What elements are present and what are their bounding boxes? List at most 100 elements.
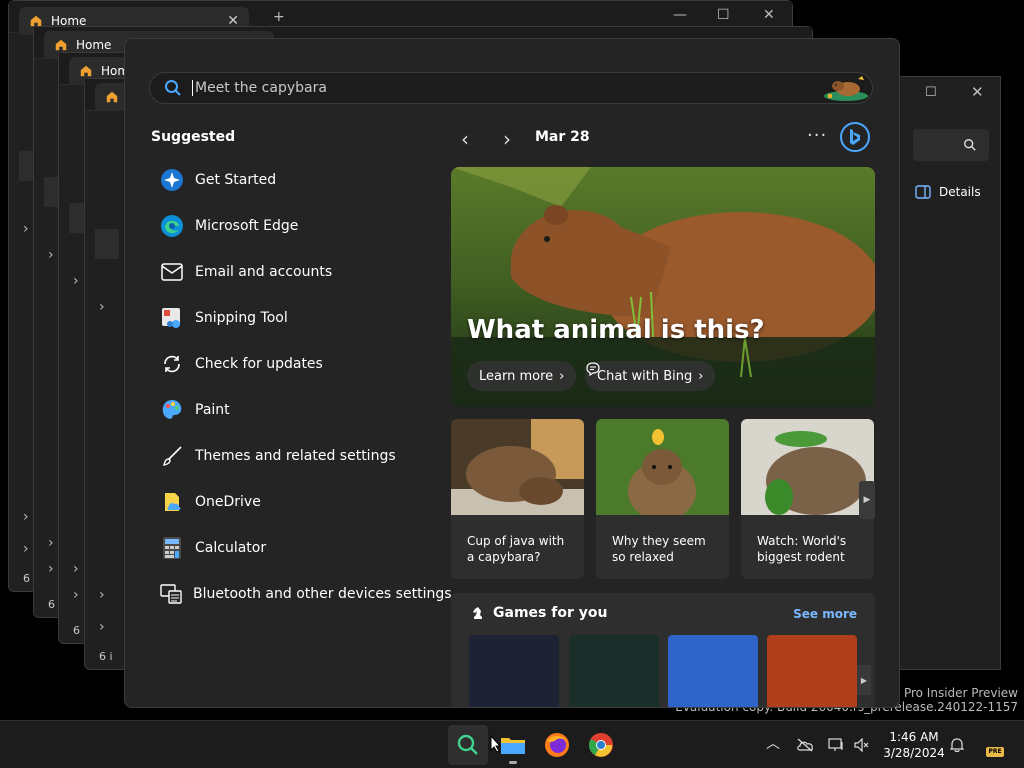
news-cards: Cup of java with a capybara? Why they se… (451, 419, 875, 579)
game-tile[interactable] (767, 635, 857, 707)
capybara-search-highlight-icon[interactable] (822, 75, 870, 101)
clock-date: 3/28/2024 (883, 746, 945, 760)
capybara-with-coffee-image (451, 419, 584, 515)
games-title: Games for you (471, 605, 607, 621)
capybara-with-leaves-image (741, 419, 874, 515)
pre-release-badge: PRE (986, 747, 1004, 757)
chevron-right-icon[interactable]: › (73, 587, 79, 603)
suggested-title: Suggested (151, 129, 236, 145)
close-icon[interactable]: ✕ (971, 83, 984, 101)
suggested-item-email[interactable]: Email and accounts (151, 249, 441, 295)
chevron-right-icon[interactable]: › (48, 561, 54, 577)
devices-icon (159, 581, 183, 607)
chevron-right-icon[interactable]: › (48, 247, 54, 263)
details-button[interactable]: Details (915, 185, 981, 199)
brush-icon (159, 443, 185, 469)
news-card-caption: Why they seem so relaxed (612, 534, 706, 564)
suggested-item-edge[interactable]: Microsoft Edge (151, 203, 441, 249)
taskbar-search-button[interactable] (448, 725, 488, 765)
chevron-right-icon[interactable]: › (23, 221, 29, 237)
cloud-offline-icon[interactable] (796, 738, 814, 752)
file-explorer-button[interactable] (493, 725, 533, 765)
paint-icon (159, 397, 185, 423)
snipping-tool-icon (159, 305, 185, 331)
nav-block (95, 229, 119, 259)
chevron-right-icon: › (559, 368, 565, 384)
onedrive-icon (159, 489, 185, 515)
bing-icon[interactable] (839, 121, 871, 153)
search-box[interactable] (913, 129, 989, 161)
suggested-item-label: Snipping Tool (195, 310, 288, 326)
capybara-with-bird-image (596, 419, 729, 521)
folder-icon (501, 738, 525, 754)
start-search-bar[interactable] (149, 72, 873, 104)
suggested-item-label: Email and accounts (195, 264, 333, 280)
more-options-icon[interactable]: ··· (807, 125, 827, 146)
add-tab-icon[interactable]: + (273, 9, 285, 25)
game-tile[interactable] (469, 635, 559, 707)
maximize-icon[interactable]: ☐ (925, 85, 937, 100)
games-next-icon[interactable]: ▶ (857, 665, 871, 695)
suggested-item-get-started[interactable]: Get Started (151, 157, 441, 203)
chevron-right-icon[interactable]: › (503, 127, 511, 151)
refresh-icon (159, 351, 185, 377)
chevron-right-icon[interactable]: › (99, 619, 105, 635)
chevron-right-icon[interactable]: › (99, 299, 105, 315)
hero-title: What animal is this? (467, 315, 765, 345)
maximize-icon[interactable]: ☐ (717, 7, 730, 23)
close-icon[interactable]: ✕ (763, 7, 775, 23)
chevron-right-icon[interactable]: › (99, 587, 105, 603)
game-tile[interactable] (569, 635, 659, 707)
suggested-item-themes[interactable]: Themes and related settings (151, 433, 441, 479)
suggested-item-calculator[interactable]: Calculator (151, 525, 441, 571)
notification-bell-icon[interactable] (950, 737, 964, 753)
chat-with-bing-button[interactable]: Chat with Bing › (585, 361, 716, 391)
suggested-item-label: Microsoft Edge (195, 218, 299, 234)
running-indicator (509, 761, 517, 764)
network-icon[interactable] (828, 738, 844, 752)
calculator-icon (159, 535, 185, 561)
games-section: Games for you See more ▶ (451, 593, 875, 707)
suggested-item-label: Themes and related settings (195, 448, 396, 464)
news-card[interactable]: Cup of java with a capybara? (451, 419, 584, 579)
search-input[interactable] (195, 80, 795, 96)
suggested-item-check-updates[interactable]: Check for updates (151, 341, 441, 387)
chess-knight-icon (473, 607, 482, 619)
home-icon (106, 91, 118, 103)
taskbar-clock[interactable]: 1:46 AM 3/28/2024 (878, 729, 950, 761)
chevron-right-icon[interactable]: › (48, 535, 54, 551)
news-card[interactable]: Why they seem so relaxed (596, 419, 729, 579)
suggested-item-bluetooth[interactable]: Bluetooth and other devices settings (151, 571, 452, 617)
chevron-right-icon[interactable]: › (23, 509, 29, 525)
home-icon (80, 65, 92, 77)
suggested-item-onedrive[interactable]: OneDrive (151, 479, 441, 525)
hero-card[interactable]: What animal is this? Learn more › Chat w… (451, 167, 875, 407)
cards-next-icon[interactable]: ▶ (859, 481, 875, 519)
minimize-icon[interactable]: — (673, 7, 687, 23)
details-pane-icon (915, 185, 931, 199)
suggested-item-paint[interactable]: Paint (151, 387, 441, 433)
chevron-left-icon[interactable]: ‹ (461, 127, 469, 151)
volume-muted-icon[interactable] (854, 738, 870, 752)
suggested-item-label: Calculator (195, 540, 267, 556)
chevron-up-icon[interactable]: ︿ (766, 733, 780, 753)
see-more-link[interactable]: See more (793, 607, 857, 621)
firefox-button[interactable] (537, 725, 577, 765)
chevron-right-icon: › (698, 368, 704, 384)
suggested-list: Get Started Microsoft Edge Email and acc… (151, 157, 452, 617)
clock-time: 1:46 AM (889, 730, 939, 744)
suggested-item-snipping-tool[interactable]: Snipping Tool (151, 295, 441, 341)
chevron-right-icon[interactable]: › (73, 561, 79, 577)
news-card[interactable]: Watch: World's biggest rodent (741, 419, 874, 579)
learn-more-button[interactable]: Learn more › (467, 361, 577, 391)
chevron-right-icon[interactable]: › (23, 541, 29, 557)
suggested-item-label: OneDrive (195, 494, 261, 510)
chat-bubble-icon (586, 362, 600, 377)
chevron-right-icon[interactable]: › (73, 273, 79, 289)
chat-with-bing-label: Chat with Bing (597, 368, 693, 384)
games-title-label: Games for you (493, 605, 608, 621)
chrome-button[interactable] (581, 725, 621, 765)
tab-label: Home (76, 38, 112, 52)
game-tile[interactable] (668, 635, 758, 707)
search-icon (457, 734, 478, 755)
